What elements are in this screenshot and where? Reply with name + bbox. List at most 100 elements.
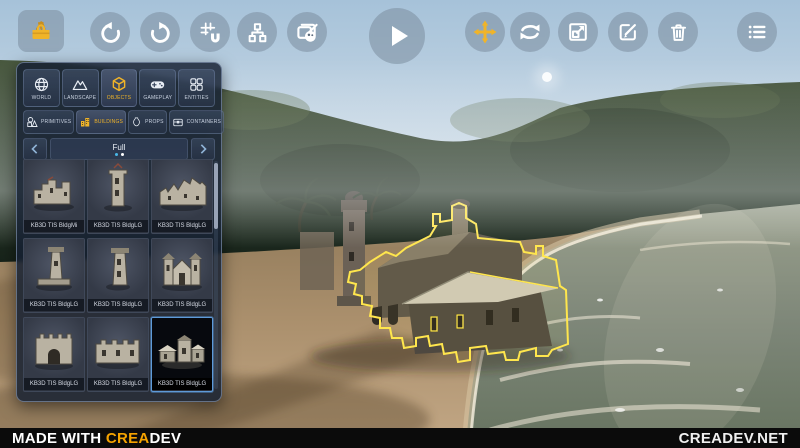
asset-thumbnail <box>152 318 212 378</box>
paint-layers-icon <box>296 21 319 44</box>
chevron-right-icon <box>198 143 208 155</box>
category-tabs: WORLD LANDSCAPE OBJECTS GAMEPLAY <box>23 69 215 107</box>
rotate-icon <box>518 20 542 44</box>
made-with-label: MADE WITH <box>12 430 101 447</box>
asset-thumbnail <box>88 318 148 378</box>
list-icon <box>746 21 768 43</box>
asset-card-selected[interactable]: KB3D TIS BldgLG <box>151 317 213 392</box>
chevron-left-icon <box>30 143 40 155</box>
asset-card[interactable]: KB3D TIS BldgLG <box>87 317 149 392</box>
move-button[interactable] <box>465 12 505 52</box>
subtab-buildings[interactable]: BUILDINGS <box>76 110 126 134</box>
gamepad-icon <box>148 76 167 93</box>
asset-thumbnail <box>88 160 148 220</box>
asset-label: KB3D TIS BldgLG <box>88 299 148 311</box>
asset-thumbnail <box>152 160 212 220</box>
brand-dev: DEV <box>150 430 182 447</box>
page-dots <box>115 153 124 156</box>
edit-button[interactable] <box>608 12 648 52</box>
hierarchy-button[interactable] <box>237 12 277 52</box>
globe-icon <box>33 76 50 93</box>
chest-icon <box>172 116 184 128</box>
undo-button[interactable] <box>90 12 130 52</box>
asset-card[interactable]: KB3D TIS BldgMi <box>23 159 85 234</box>
shapes-icon <box>26 116 38 128</box>
site-url-text: CREADEV.NET <box>679 430 788 447</box>
play-button[interactable] <box>369 8 425 64</box>
tab-entities[interactable]: ENTITIES <box>178 69 215 107</box>
undo-icon <box>99 21 122 44</box>
puzzle-icon <box>188 76 205 93</box>
subcategory-tabs: PRIMITIVES BUILDINGS PROPS CONTAINERS <box>23 110 215 134</box>
asset-label: KB3D TIS BldgLG <box>152 299 212 311</box>
delete-button[interactable] <box>658 12 698 52</box>
asset-card[interactable]: KB3D TIS BldgLG <box>151 238 213 313</box>
asset-thumbnail <box>152 239 212 299</box>
asset-card[interactable]: KB3D TIS BldgLG <box>87 238 149 313</box>
asset-card[interactable]: KB3D TIS BldgLG <box>151 159 213 234</box>
redo-icon <box>149 21 172 44</box>
tab-label: GAMEPLAY <box>143 95 172 101</box>
asset-card[interactable]: KB3D TIS BldgLG <box>23 317 85 392</box>
subtab-props[interactable]: PROPS <box>128 110 167 134</box>
page-name: Full <box>113 143 126 152</box>
subtab-containers[interactable]: CONTAINERS <box>169 110 224 134</box>
tab-gameplay[interactable]: GAMEPLAY <box>139 69 176 107</box>
asset-thumbnail <box>24 160 84 220</box>
subtab-primitives[interactable]: PRIMITIVES <box>23 110 74 134</box>
tab-label: LANDSCAPE <box>64 95 96 101</box>
scale-button[interactable] <box>558 12 598 52</box>
asset-grid: KB3D TIS BldgMi KB3D TIS BldgLG KB3D TIS… <box>23 159 211 392</box>
page-name-dropdown[interactable]: Full <box>50 138 188 160</box>
asset-thumbnail <box>88 239 148 299</box>
toolbox-icon <box>28 19 54 43</box>
play-icon <box>382 21 412 51</box>
asset-card[interactable]: KB3D TIS BldgLG <box>23 238 85 313</box>
asset-label: KB3D TIS BldgLG <box>152 378 212 390</box>
made-with-text: MADE WITH CREADEV <box>12 430 181 447</box>
building-icon <box>79 116 91 128</box>
footer-bar: MADE WITH CREADEV CREADEV.NET <box>0 428 800 448</box>
grid-scrollbar[interactable] <box>214 161 218 389</box>
asset-thumbnail <box>24 239 84 299</box>
rotate-button[interactable] <box>510 12 550 52</box>
edit-icon <box>617 21 639 43</box>
asset-card[interactable]: KB3D TIS BldgLG <box>87 159 149 234</box>
move-icon <box>473 20 497 44</box>
asset-thumbnail <box>24 318 84 378</box>
subtab-label: PRIMITIVES <box>41 119 71 125</box>
scale-icon <box>567 21 589 43</box>
page-dot <box>121 153 124 156</box>
asset-label: KB3D TIS BldgLG <box>24 299 84 311</box>
tab-landscape[interactable]: LANDSCAPE <box>62 69 99 107</box>
object-library-panel: WORLD LANDSCAPE OBJECTS GAMEPLAY <box>16 62 222 402</box>
tab-label: OBJECTS <box>107 95 131 101</box>
asset-label: KB3D TIS BldgLG <box>24 378 84 390</box>
vase-icon <box>131 116 142 128</box>
tab-label: WORLD <box>32 95 52 101</box>
asset-label: KB3D TIS BldgLG <box>88 378 148 390</box>
trash-icon <box>668 22 689 43</box>
toolbox-button[interactable] <box>18 10 64 52</box>
mountain-icon <box>71 76 89 93</box>
paint-layers-button[interactable] <box>287 12 327 52</box>
tab-objects[interactable]: OBJECTS <box>101 69 138 107</box>
brand-crea: CREA <box>106 430 150 447</box>
next-page-button[interactable] <box>191 138 215 160</box>
prev-page-button[interactable] <box>23 138 47 160</box>
page-dot <box>115 153 118 156</box>
snap-grid-button[interactable] <box>190 12 230 52</box>
redo-button[interactable] <box>140 12 180 52</box>
cube-icon <box>110 75 128 93</box>
asset-label: KB3D TIS BldgMi <box>24 220 84 232</box>
grid-scrollbar-thumb[interactable] <box>214 163 218 229</box>
asset-label: KB3D TIS BldgLG <box>88 220 148 232</box>
tab-label: ENTITIES <box>185 95 209 101</box>
subtab-label: BUILDINGS <box>94 119 123 125</box>
list-button[interactable] <box>737 12 777 52</box>
asset-label: KB3D TIS BldgLG <box>152 220 212 232</box>
tab-world[interactable]: WORLD <box>23 69 60 107</box>
snap-grid-icon <box>199 21 222 44</box>
hierarchy-icon <box>247 22 268 43</box>
page-selector: Full <box>23 138 215 160</box>
